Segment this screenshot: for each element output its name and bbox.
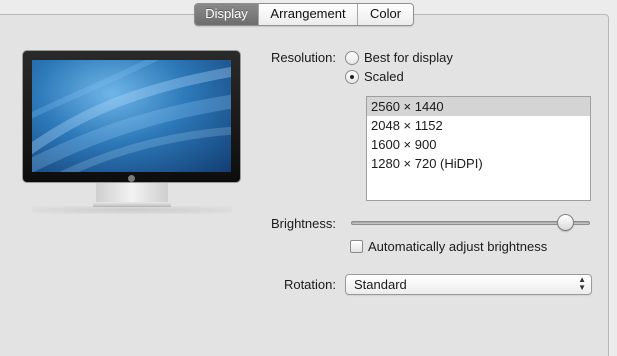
- radio-scaled[interactable]: [345, 70, 359, 84]
- apple-logo-icon: [128, 175, 135, 182]
- resolution-label: Resolution:: [270, 50, 336, 65]
- auto-brightness-label[interactable]: Automatically adjust brightness: [368, 239, 547, 254]
- resolution-option[interactable]: 2560 × 1440: [367, 97, 590, 116]
- resolution-list[interactable]: 2560 × 1440 2048 × 1152 1600 × 900 1280 …: [366, 96, 591, 201]
- tab-bar: Display Arrangement Color: [194, 3, 414, 26]
- monitor-shadow: [32, 206, 232, 214]
- best-for-display-label[interactable]: Best for display: [364, 50, 453, 65]
- tab-arrangement[interactable]: Arrangement: [259, 4, 358, 25]
- brightness-slider-track[interactable]: [351, 221, 590, 225]
- wallpaper-waves: [32, 60, 231, 172]
- rotation-select[interactable]: Standard ▲ ▼: [345, 274, 592, 295]
- tab-display[interactable]: Display: [195, 4, 259, 25]
- monitor-illustration: [22, 50, 242, 215]
- scaled-label[interactable]: Scaled: [364, 69, 404, 84]
- monitor-bezel: [22, 50, 241, 183]
- brightness-label: Brightness:: [270, 216, 336, 231]
- rotation-label: Rotation:: [283, 277, 336, 292]
- resolution-option[interactable]: 1280 × 720 (HiDPI): [367, 154, 590, 173]
- auto-brightness-checkbox[interactable]: [350, 240, 363, 253]
- resolution-option[interactable]: 2048 × 1152: [367, 116, 590, 135]
- tab-color[interactable]: Color: [358, 4, 413, 25]
- chevron-updown-icon: ▲ ▼: [578, 275, 586, 292]
- rotation-value: Standard: [354, 277, 407, 292]
- radio-best-for-display[interactable]: [345, 51, 359, 65]
- resolution-option[interactable]: 1600 × 900: [367, 135, 590, 154]
- monitor-screen: [32, 60, 231, 172]
